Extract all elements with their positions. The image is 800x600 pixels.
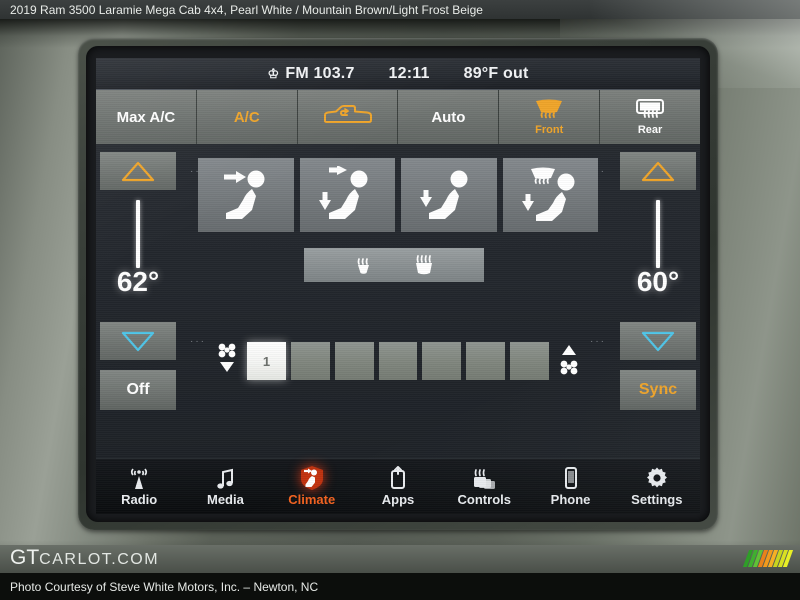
site-watermark: GTCARLOT.COM xyxy=(0,543,800,573)
auto-label: Auto xyxy=(431,108,466,126)
phone-icon xyxy=(563,466,579,490)
clock-label: 12:11 xyxy=(388,64,430,82)
nav-item-phone[interactable]: Phone xyxy=(527,459,613,514)
airflow-mode-row xyxy=(198,158,598,232)
logo-stripes xyxy=(742,549,794,567)
fan-decrease-icon xyxy=(216,342,238,381)
nav-label-radio: Radio xyxy=(121,492,158,507)
passenger-temp-down-button[interactable] xyxy=(620,322,696,360)
radio-tower-icon xyxy=(127,466,151,490)
logo-bold-text: GT xyxy=(10,546,40,569)
driver-temp-down-button[interactable] xyxy=(100,322,176,360)
nav-item-media[interactable]: Media xyxy=(182,459,268,514)
heated-seat-icon xyxy=(411,252,437,278)
nav-label-settings: Settings xyxy=(631,492,683,507)
gtcarlot-logo: GTCARLOT.COM xyxy=(10,546,159,570)
front-defrost-icon xyxy=(533,98,565,124)
photo-courtesy-caption: Photo Courtesy of Steve White Motors, In… xyxy=(0,573,800,600)
logo-rest-text: CARLOT.COM xyxy=(39,551,160,568)
mode-defrost-feet-button[interactable] xyxy=(502,158,598,232)
nav-label-controls: Controls xyxy=(457,492,511,507)
mode-defrost-feet-icon xyxy=(519,166,581,224)
auto-button[interactable]: Auto xyxy=(398,90,500,144)
fan-segment-3[interactable] xyxy=(334,342,374,380)
triangle-down-icon xyxy=(121,331,155,352)
rear-defrost-icon xyxy=(634,98,666,124)
triangle-up-icon xyxy=(641,161,675,182)
controls-icon xyxy=(471,466,497,490)
radio-status: ♔ FM 103.7 xyxy=(268,65,355,83)
fan-segment-2[interactable] xyxy=(290,342,330,380)
radio-band-label: FM 103.7 xyxy=(285,64,355,82)
passenger-temp-up-button[interactable] xyxy=(620,152,696,190)
apps-icon xyxy=(388,466,408,490)
driver-temp-value: 62° xyxy=(116,266,160,297)
driver-temp-level-bar xyxy=(136,200,140,268)
gear-icon xyxy=(645,466,669,490)
passenger-temp-value: 60° xyxy=(636,266,680,297)
heated-features-row[interactable] xyxy=(304,248,484,282)
fan-segment-7[interactable] xyxy=(510,342,550,380)
heated-steering-wheel-icon xyxy=(352,253,376,277)
max-ac-label: Max A/C xyxy=(116,108,176,126)
mode-face-feet-icon xyxy=(317,166,377,224)
rear-defrost-button[interactable]: Rear xyxy=(600,90,700,144)
climate-sync-button[interactable]: Sync xyxy=(620,370,696,410)
photo-title-caption: 2019 Ram 3500 Laramie Mega Cab 4x4, Pear… xyxy=(0,0,800,19)
antenna-icon: ♔ xyxy=(267,66,280,81)
nav-label-phone: Phone xyxy=(550,492,591,507)
rear-defrost-label: Rear xyxy=(637,124,663,136)
mode-face-icon xyxy=(216,166,276,224)
climate-top-button-row: Max A/C A/C Auto Front Rear xyxy=(96,90,700,144)
music-note-icon xyxy=(214,466,236,490)
driver-temperature-column: 62° Off xyxy=(100,144,176,458)
ac-button[interactable]: A/C xyxy=(196,90,298,144)
triangle-up-icon xyxy=(121,161,155,182)
climate-seat-icon xyxy=(299,466,325,490)
nav-label-apps: Apps xyxy=(381,492,415,507)
nav-item-settings[interactable]: Settings xyxy=(614,459,700,514)
fan-speed-segments[interactable]: 1 xyxy=(247,342,550,380)
climate-off-button[interactable]: Off xyxy=(100,370,176,410)
nav-item-apps[interactable]: Apps xyxy=(355,459,441,514)
fan-decrease-button[interactable] xyxy=(214,342,240,381)
fan-segment-1[interactable]: 1 xyxy=(247,342,286,380)
mode-feet-button[interactable] xyxy=(401,158,497,232)
vehicle-interior-photo: ♔ FM 103.7 12:11 89°F out Max A/C A/C Au… xyxy=(0,0,800,600)
infotainment-screen[interactable]: ♔ FM 103.7 12:11 89°F out Max A/C A/C Au… xyxy=(96,58,700,514)
nav-item-controls[interactable]: Controls xyxy=(441,459,527,514)
driver-temp-up-button[interactable] xyxy=(100,152,176,190)
climate-main-area: 62° Off ··· ··· ··· ··· xyxy=(96,144,700,458)
mode-face-button[interactable] xyxy=(198,158,294,232)
mode-feet-icon xyxy=(419,166,479,224)
passenger-temperature-column: 60° Sync xyxy=(620,144,696,458)
fan-segment-5[interactable] xyxy=(422,342,462,380)
ac-label: A/C xyxy=(233,108,260,126)
nav-item-climate[interactable]: Climate xyxy=(269,459,355,514)
nav-label-climate: Climate xyxy=(288,492,336,507)
recirculation-truck-icon xyxy=(320,102,376,132)
status-bar: ♔ FM 103.7 12:11 89°F out xyxy=(96,58,700,90)
fan-segment-6[interactable] xyxy=(466,342,506,380)
caption-sheen xyxy=(500,0,800,19)
main-navigation-bar: Radio Media Climate Apps Controls Phone … xyxy=(96,458,700,514)
recirculation-button[interactable] xyxy=(297,90,399,144)
nav-label-media: Media xyxy=(207,492,244,507)
outside-temp-label: 89°F out xyxy=(463,64,529,82)
fan-increase-button[interactable] xyxy=(556,342,582,381)
left-lower-dots: ··· xyxy=(190,336,206,347)
right-lower-dots: ··· xyxy=(590,336,606,347)
passenger-temp-level-bar xyxy=(656,200,660,268)
front-defrost-button[interactable]: Front xyxy=(499,90,601,144)
fan-segment-4[interactable] xyxy=(378,342,418,380)
triangle-down-icon xyxy=(641,331,675,352)
fan-increase-icon xyxy=(558,342,580,381)
photo-courtesy-text: Photo Courtesy of Steve White Motors, In… xyxy=(10,579,319,594)
photo-title-text: 2019 Ram 3500 Laramie Mega Cab 4x4, Pear… xyxy=(10,2,483,17)
max-ac-button[interactable]: Max A/C xyxy=(96,90,197,144)
fan-speed-row: 1 xyxy=(214,340,582,382)
front-defrost-label: Front xyxy=(535,124,564,136)
mode-face-feet-button[interactable] xyxy=(299,158,395,232)
nav-item-radio[interactable]: Radio xyxy=(96,459,182,514)
